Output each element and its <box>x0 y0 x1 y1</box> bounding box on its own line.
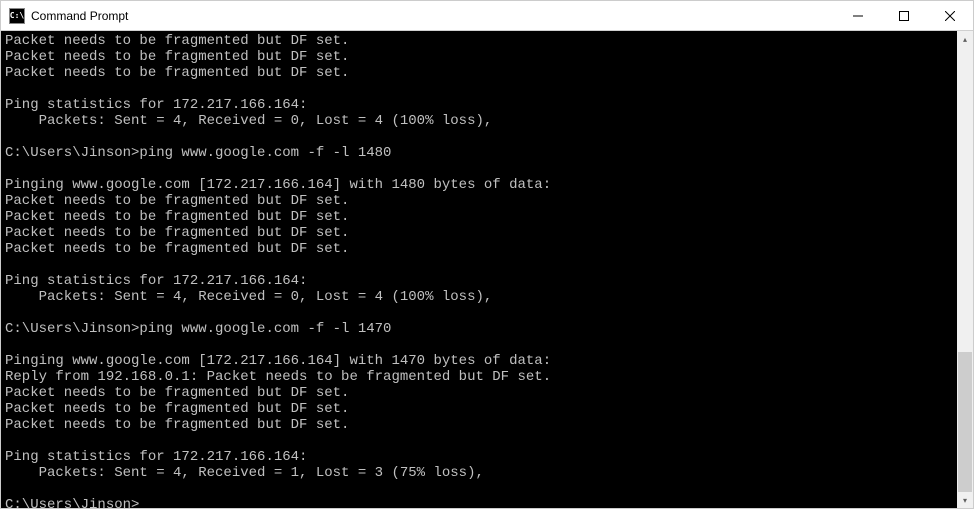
terminal-line <box>5 433 953 449</box>
window-title: Command Prompt <box>31 9 835 23</box>
terminal-line <box>5 481 953 497</box>
terminal-line <box>5 305 953 321</box>
terminal-line <box>5 257 953 273</box>
terminal-line <box>5 161 953 177</box>
terminal-line: Reply from 192.168.0.1: Packet needs to … <box>5 369 953 385</box>
terminal-line: Packets: Sent = 4, Received = 0, Lost = … <box>5 113 953 129</box>
terminal-line: C:\Users\Jinson>ping www.google.com -f -… <box>5 145 953 161</box>
terminal-container: Packet needs to be fragmented but DF set… <box>1 31 973 508</box>
terminal-line: Ping statistics for 172.217.166.164: <box>5 273 953 289</box>
scrollbar-down-arrow-icon[interactable]: ▾ <box>957 492 973 508</box>
terminal-line <box>5 337 953 353</box>
terminal-line: Packet needs to be fragmented but DF set… <box>5 401 953 417</box>
terminal-line: Packet needs to be fragmented but DF set… <box>5 33 953 49</box>
terminal-line: Packet needs to be fragmented but DF set… <box>5 65 953 81</box>
terminal-line: Pinging www.google.com [172.217.166.164]… <box>5 353 953 369</box>
scrollbar-thumb[interactable] <box>958 352 972 492</box>
maximize-button[interactable] <box>881 1 927 30</box>
terminal-line: Packets: Sent = 4, Received = 0, Lost = … <box>5 289 953 305</box>
terminal-line: Packet needs to be fragmented but DF set… <box>5 49 953 65</box>
minimize-button[interactable] <box>835 1 881 30</box>
terminal-line <box>5 129 953 145</box>
terminal-line: Packet needs to be fragmented but DF set… <box>5 225 953 241</box>
terminal-line: Ping statistics for 172.217.166.164: <box>5 97 953 113</box>
terminal-line: Packet needs to be fragmented but DF set… <box>5 385 953 401</box>
scrollbar-up-arrow-icon[interactable]: ▴ <box>957 31 973 47</box>
titlebar[interactable]: C:\ Command Prompt <box>1 1 973 31</box>
terminal-line: Packet needs to be fragmented but DF set… <box>5 193 953 209</box>
terminal-line: Pinging www.google.com [172.217.166.164]… <box>5 177 953 193</box>
terminal-output[interactable]: Packet needs to be fragmented but DF set… <box>1 31 957 508</box>
terminal-line: Packet needs to be fragmented but DF set… <box>5 417 953 433</box>
terminal-line: C:\Users\Jinson> <box>5 497 953 508</box>
terminal-line: Packet needs to be fragmented but DF set… <box>5 241 953 257</box>
terminal-line: Packet needs to be fragmented but DF set… <box>5 209 953 225</box>
close-button[interactable] <box>927 1 973 30</box>
vertical-scrollbar[interactable]: ▴ ▾ <box>957 31 973 508</box>
terminal-line <box>5 81 953 97</box>
app-icon: C:\ <box>9 8 25 24</box>
terminal-line: C:\Users\Jinson>ping www.google.com -f -… <box>5 321 953 337</box>
terminal-line: Packets: Sent = 4, Received = 1, Lost = … <box>5 465 953 481</box>
terminal-line: Ping statistics for 172.217.166.164: <box>5 449 953 465</box>
window-controls <box>835 1 973 30</box>
